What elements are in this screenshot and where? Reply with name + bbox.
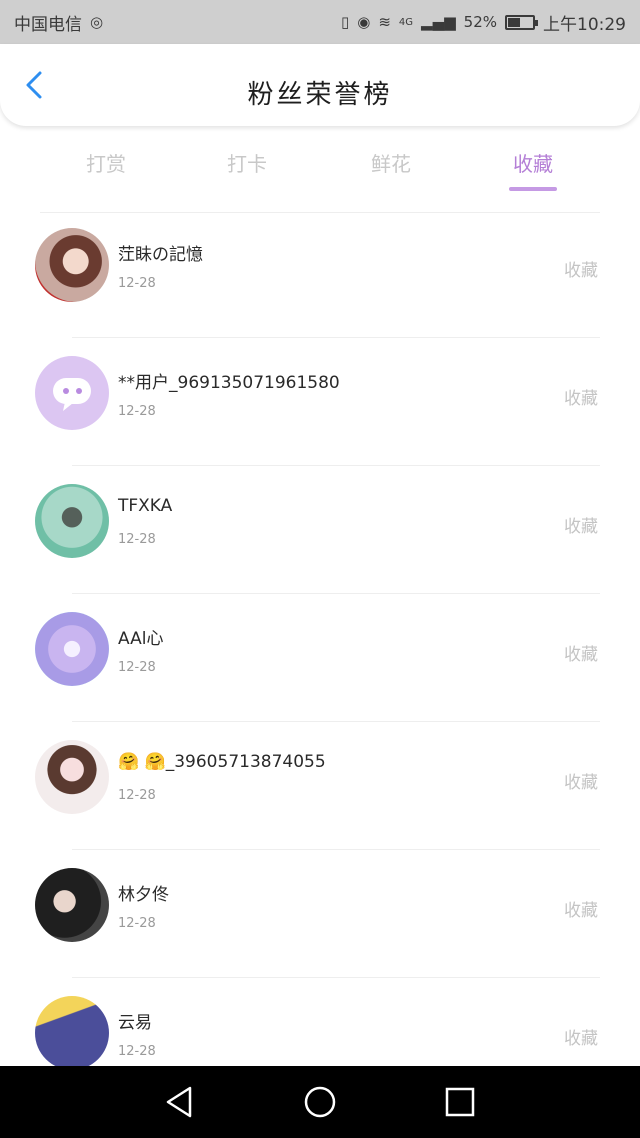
- fan-name: TFXKA: [118, 496, 173, 516]
- tab-bar: 打赏 打卡 鲜花 收藏: [0, 138, 640, 198]
- default-avatar-icon: [35, 356, 109, 430]
- chat-bubble-icon: [53, 378, 91, 411]
- nav-back-icon[interactable]: [158, 1080, 202, 1124]
- battery-level: [508, 17, 521, 27]
- tab-tip[interactable]: 打赏: [56, 148, 156, 177]
- status-bar: 中国电信 ◎ ▯ ◉ ≋ 4G ▂▄▆ 52% 上午10:29: [0, 0, 640, 44]
- list-item[interactable]: 🤗 🤗_396057138740​55 12-28 收藏: [0, 726, 640, 854]
- divider: [72, 337, 600, 338]
- favorite-label: 收藏: [564, 901, 598, 921]
- divider: [72, 465, 600, 466]
- app-header: 粉丝荣誉榜: [0, 44, 640, 126]
- fan-date: 12-28: [118, 788, 156, 803]
- page-title: 粉丝荣誉榜: [247, 80, 393, 110]
- fan-name: 林夕佟: [118, 885, 169, 905]
- clock: 上午10:29: [543, 14, 626, 35]
- divider: [72, 849, 600, 850]
- fan-name: 云易: [118, 1013, 152, 1033]
- fan-name: AAl心: [118, 629, 164, 649]
- vibrate-icon: ▯: [340, 13, 350, 31]
- fan-date: 12-28: [118, 276, 156, 291]
- tab-checkin[interactable]: 打卡: [197, 148, 297, 177]
- avatar: [35, 740, 109, 814]
- favorite-label: 收藏: [564, 261, 598, 281]
- favorite-label: 收藏: [564, 773, 598, 793]
- favorite-label: 收藏: [564, 389, 598, 409]
- fan-name: 茳眛の記憶: [118, 245, 203, 265]
- system-nav-bar: [0, 1066, 640, 1138]
- list-item[interactable]: TFXKA 12-28 收藏: [0, 470, 640, 598]
- active-tab-indicator: [509, 187, 557, 191]
- divider: [72, 721, 600, 722]
- fan-date: 12-28: [118, 916, 156, 931]
- fan-date: 12-28: [118, 404, 156, 419]
- list-item[interactable]: 林夕佟 12-28 收藏: [0, 854, 640, 982]
- carrier-name: 中国电信: [14, 14, 82, 35]
- network-type: 4G: [398, 16, 414, 28]
- fan-date: 12-28: [118, 532, 156, 547]
- list-item[interactable]: **用户_969135071961580 12-28 收藏: [0, 342, 640, 470]
- signal-icon: ▂▄▆: [421, 13, 456, 31]
- divider: [72, 977, 600, 978]
- favorite-label: 收藏: [564, 645, 598, 665]
- fan-name: 🤗 🤗_396057138740​55: [118, 752, 326, 772]
- fan-date: 12-28: [118, 660, 156, 675]
- tab-favorites[interactable]: 收藏: [483, 148, 583, 177]
- nav-recents-icon[interactable]: [438, 1080, 482, 1124]
- wifi-icon: ≋: [378, 13, 391, 31]
- avatar: [35, 868, 109, 942]
- avatar: [35, 484, 109, 558]
- list-item[interactable]: 茳眛の記憶 12-28 收藏: [0, 214, 640, 342]
- notification-icon: ◎: [90, 13, 104, 31]
- divider: [40, 212, 600, 213]
- divider: [72, 593, 600, 594]
- avatar: [35, 228, 109, 302]
- avatar: [35, 612, 109, 686]
- nav-home-icon[interactable]: [298, 1080, 342, 1124]
- list-item[interactable]: AAl心 12-28 收藏: [0, 598, 640, 726]
- fan-name: **用户_969135071961580: [118, 373, 340, 393]
- eye-icon: ◉: [357, 13, 371, 31]
- avatar: [35, 996, 109, 1070]
- fan-date: 12-28: [118, 1044, 156, 1059]
- favorite-label: 收藏: [564, 1029, 598, 1049]
- battery-icon: [505, 14, 538, 30]
- tab-flowers[interactable]: 鲜花: [341, 148, 441, 177]
- favorite-label: 收藏: [564, 517, 598, 537]
- battery-percent: 52%: [463, 13, 497, 31]
